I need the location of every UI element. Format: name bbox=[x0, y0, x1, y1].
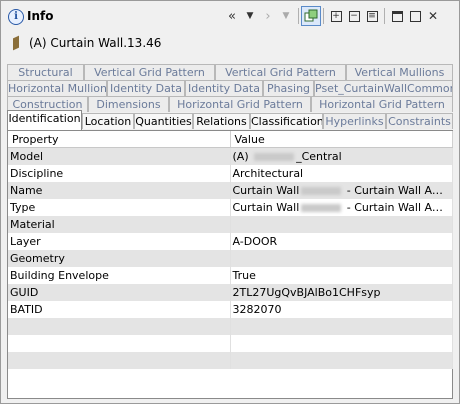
redacted-text bbox=[301, 187, 342, 195]
info-window: i Info « ▼ › ▼ + − ≡ ✕ (A) Curtain Wall.… bbox=[0, 0, 460, 404]
double-chevron-left-icon[interactable]: « bbox=[223, 7, 241, 25]
window-title: Info bbox=[27, 9, 54, 23]
value-cell bbox=[230, 216, 453, 233]
property-cell: BATID bbox=[8, 301, 231, 318]
value-text: Architectural bbox=[232, 167, 304, 180]
tab-structural[interactable]: Structural bbox=[7, 64, 84, 80]
value-text: Curtain Wall bbox=[232, 184, 300, 197]
property-cell: Name bbox=[8, 182, 231, 199]
table-row[interactable]: GUID 2TL27UgQvBJAlBo1CHFsyp bbox=[8, 284, 453, 301]
tab-horizontal-mullions[interactable]: Horizontal Mullions bbox=[7, 80, 107, 96]
empty-row bbox=[8, 318, 453, 335]
tab-location[interactable]: Location bbox=[82, 113, 134, 129]
tab-relations[interactable]: Relations bbox=[193, 113, 250, 129]
collapse-all-icon[interactable]: − bbox=[345, 7, 363, 25]
table-row[interactable]: Material bbox=[8, 216, 453, 233]
tab-row-2: Horizontal Mullions Identity Data Identi… bbox=[7, 80, 453, 96]
header-bar: i Info « ▼ › ▼ + − ≡ ✕ bbox=[1, 1, 459, 31]
value-text: (A) bbox=[232, 150, 253, 163]
expand-all-icon[interactable]: + bbox=[327, 7, 345, 25]
chevron-right-icon[interactable]: › bbox=[259, 7, 277, 25]
table-row[interactable]: BATID 3282070 bbox=[8, 301, 453, 318]
value-cell: Curtain Wall - Curtain Wall Admin bbox=[230, 199, 453, 216]
tab-identity-data[interactable]: Identity Data bbox=[107, 80, 185, 96]
tab-vertical-grid-pattern-2[interactable]: Vertical Grid Pattern bbox=[215, 64, 346, 80]
table-row[interactable]: Discipline Architectural bbox=[8, 165, 453, 182]
property-cell: Building Envelope bbox=[8, 267, 231, 284]
tab-classification[interactable]: Classification bbox=[250, 113, 323, 129]
table-row[interactable]: Type Curtain Wall - Curtain Wall Admin bbox=[8, 199, 453, 216]
selected-object: (A) Curtain Wall.13.46 bbox=[13, 35, 162, 51]
toolbar-divider bbox=[298, 8, 299, 24]
value-cell: (A) _Central bbox=[230, 147, 453, 165]
value-cell: 2TL27UgQvBJAlBo1CHFsyp bbox=[230, 284, 453, 301]
tab-horizontal-grid-pattern-2[interactable]: Horizontal Grid Pattern bbox=[311, 96, 453, 112]
value-cell: 3282070 bbox=[230, 301, 453, 318]
redacted-text bbox=[301, 204, 342, 212]
property-cell: Material bbox=[8, 216, 231, 233]
value-cell: True bbox=[230, 267, 453, 284]
tab-quantities[interactable]: Quantities bbox=[134, 113, 193, 129]
link-selection-icon[interactable] bbox=[301, 6, 321, 26]
table-row[interactable]: Name Curtain Wall - Curtain Wall Admin..… bbox=[8, 182, 453, 199]
list-icon[interactable]: ≡ bbox=[363, 7, 381, 25]
property-cell: Model bbox=[8, 147, 231, 165]
tab-row-4: Identification Location Quantities Relat… bbox=[7, 110, 453, 130]
value-cell: Architectural bbox=[230, 165, 453, 182]
tab-vertical-grid-pattern[interactable]: Vertical Grid Pattern bbox=[84, 64, 215, 80]
tab-dimensions[interactable]: Dimensions bbox=[88, 96, 169, 112]
property-cell: GUID bbox=[8, 284, 231, 301]
toolbar-divider bbox=[384, 8, 385, 24]
navigation-toolbar: « ▼ › ▼ + − ≡ ✕ bbox=[223, 6, 442, 26]
property-cell: Type bbox=[8, 199, 231, 216]
table-row[interactable]: Geometry bbox=[8, 250, 453, 267]
value-cell: Curtain Wall - Curtain Wall Admin... bbox=[230, 182, 453, 199]
dropdown-arrow-icon[interactable]: ▼ bbox=[241, 7, 259, 25]
toolbar-divider bbox=[323, 8, 324, 24]
close-icon[interactable]: ✕ bbox=[424, 7, 442, 25]
table-row[interactable]: Layer A-DOOR bbox=[8, 233, 453, 250]
value-cell: A-DOOR bbox=[230, 233, 453, 250]
curtain-wall-icon bbox=[13, 35, 19, 51]
value-text-suffix: _Central bbox=[296, 150, 342, 163]
tab-row-1: Structural Vertical Grid Pattern Vertica… bbox=[7, 64, 453, 80]
value-text-suffix: - Curtain Wall Admin... bbox=[346, 184, 452, 197]
tab-phasing[interactable]: Phasing bbox=[263, 80, 314, 96]
table-row[interactable]: Building Envelope True bbox=[8, 267, 453, 284]
tab-pset-curtainwallcommon[interactable]: Pset_CurtainWallCommon bbox=[314, 80, 453, 96]
tab-identity-data-2[interactable]: Identity Data bbox=[185, 80, 263, 96]
properties-panel: Property Value Model (A) _Central Discip… bbox=[7, 130, 453, 399]
tab-hyperlinks[interactable]: Hyperlinks bbox=[323, 113, 386, 129]
redacted-text bbox=[254, 153, 295, 161]
value-text-suffix: - Curtain Wall Admin bbox=[343, 201, 452, 214]
tab-horizontal-grid-pattern[interactable]: Horizontal Grid Pattern bbox=[169, 96, 311, 112]
maximize-icon[interactable] bbox=[406, 7, 424, 25]
restore-icon[interactable] bbox=[388, 7, 406, 25]
properties-table: Property Value Model (A) _Central Discip… bbox=[8, 131, 453, 369]
tab-vertical-mullions[interactable]: Vertical Mullions bbox=[346, 64, 453, 80]
tab-constraints[interactable]: Constraints bbox=[386, 113, 453, 129]
empty-row bbox=[8, 352, 453, 369]
dropdown-arrow-icon[interactable]: ▼ bbox=[277, 7, 295, 25]
value-text: Curtain Wall bbox=[232, 201, 300, 214]
info-icon: i bbox=[8, 9, 24, 25]
value-cell bbox=[230, 250, 453, 267]
tab-identification[interactable]: Identification bbox=[7, 110, 82, 130]
column-header-value[interactable]: Value bbox=[230, 131, 453, 148]
property-cell: Geometry bbox=[8, 250, 231, 267]
table-row[interactable]: Model (A) _Central bbox=[8, 147, 453, 165]
column-header-property[interactable]: Property bbox=[8, 131, 231, 148]
property-cell: Layer bbox=[8, 233, 231, 250]
object-name: (A) Curtain Wall.13.46 bbox=[29, 36, 162, 50]
table-header: Property Value bbox=[8, 131, 453, 148]
empty-row bbox=[8, 335, 453, 352]
property-cell: Discipline bbox=[8, 165, 231, 182]
